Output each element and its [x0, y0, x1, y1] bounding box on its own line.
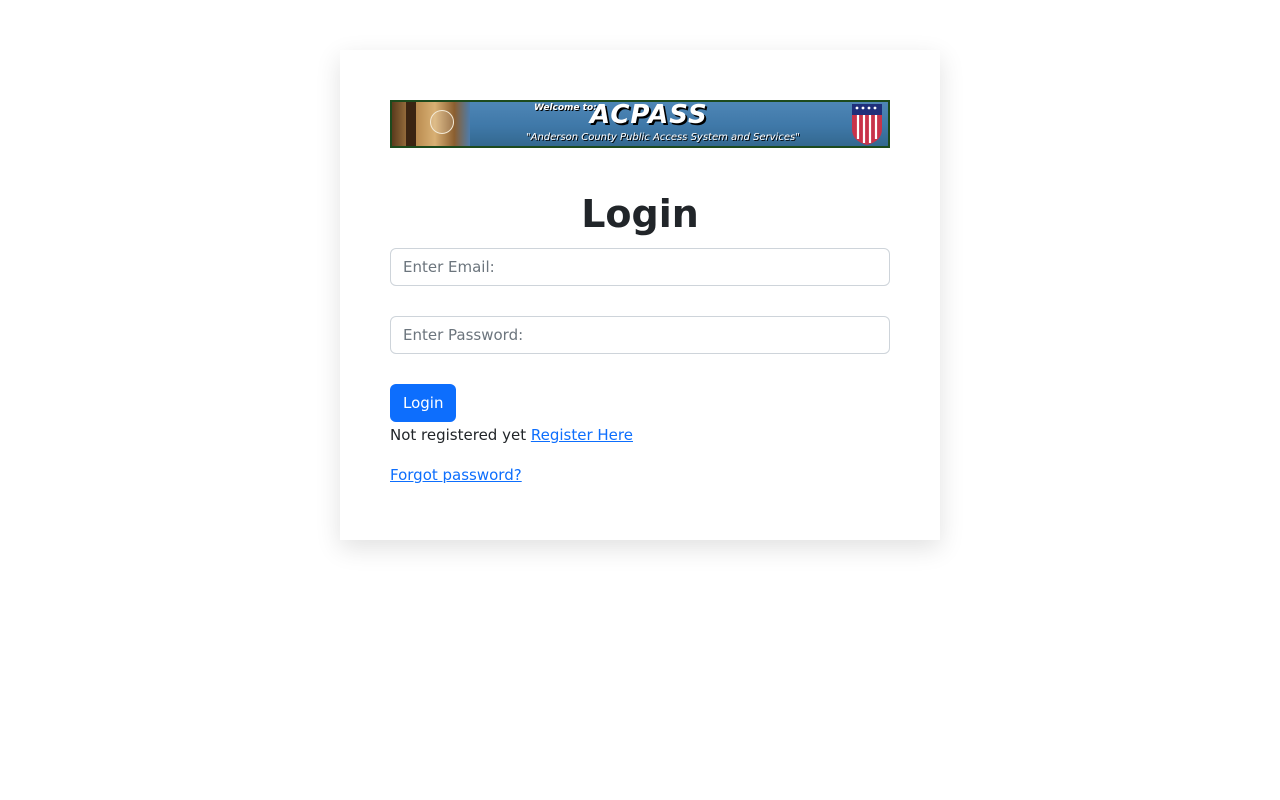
banner-title: ACPASS	[590, 100, 708, 130]
email-field[interactable]	[390, 248, 890, 286]
forgot-password-line: Forgot password?	[390, 464, 890, 486]
register-line: Not registered yet Register Here	[390, 424, 890, 446]
spire-image	[406, 102, 416, 146]
all-america-city-shield-icon	[852, 104, 882, 145]
login-button[interactable]: Login	[390, 384, 457, 422]
acpass-banner: Welcome to: ACPASS "Anderson County Publ…	[390, 100, 890, 148]
page-title: Login	[581, 192, 699, 236]
banner-welcome-text: Welcome to:	[534, 103, 597, 113]
clock-icon	[430, 110, 454, 134]
login-card: Welcome to: ACPASS "Anderson County Publ…	[340, 50, 940, 540]
forgot-password-link[interactable]: Forgot password?	[390, 466, 522, 484]
password-field[interactable]	[390, 316, 890, 354]
register-link[interactable]: Register Here	[531, 426, 633, 444]
clock-tower-image	[392, 102, 470, 146]
register-prompt-text: Not registered yet	[390, 426, 527, 444]
banner-subtitle: "Anderson County Public Access System an…	[526, 132, 800, 143]
